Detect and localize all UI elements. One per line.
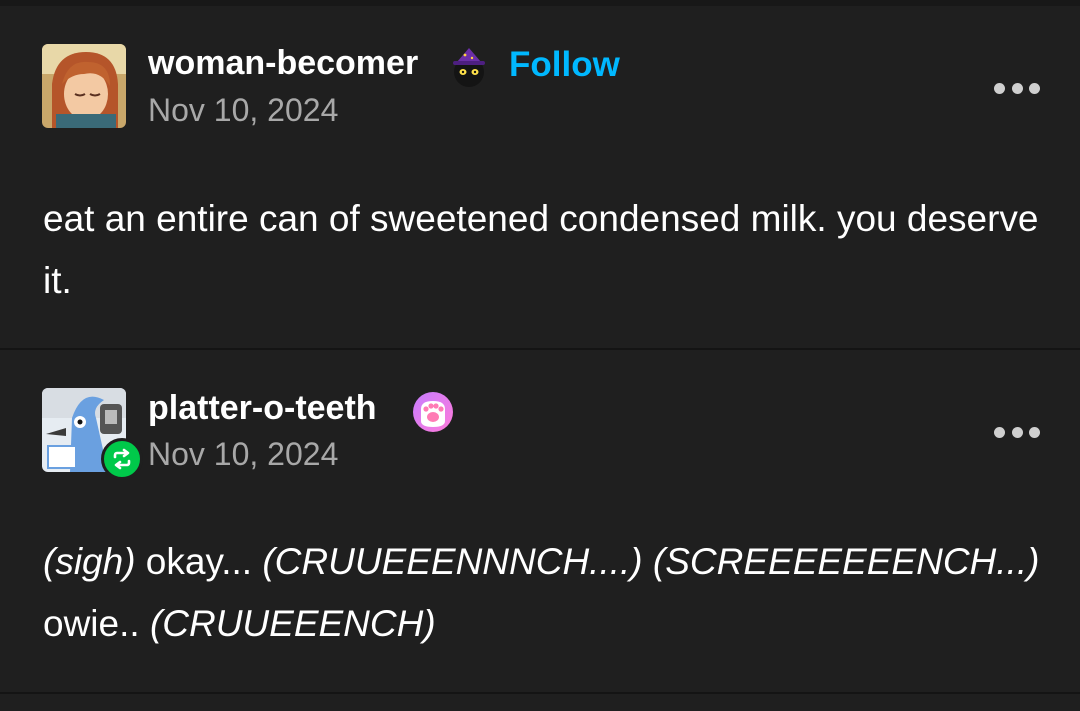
top-border bbox=[0, 0, 1080, 6]
post-body: eat an entire can of sweetened condensed… bbox=[43, 198, 1039, 301]
sound-effect-text: (CRUUEEENNNCH....) bbox=[262, 541, 643, 582]
body-text-segment: owie.. bbox=[43, 603, 150, 644]
reblog-icon bbox=[101, 438, 143, 480]
sound-effect-text: (CRUUEEENCH) bbox=[149, 603, 436, 644]
body-text-segment bbox=[643, 541, 653, 582]
post-date[interactable]: Nov 10, 2024 bbox=[148, 436, 338, 473]
dot-icon bbox=[994, 426, 1005, 438]
dot-icon bbox=[1011, 426, 1023, 438]
dot-icon bbox=[1029, 426, 1040, 438]
body-text-segment: okay... bbox=[135, 541, 263, 582]
dot-icon bbox=[1029, 82, 1040, 94]
post-divider bbox=[0, 348, 1080, 350]
dot-icon bbox=[994, 82, 1005, 94]
paw-icon bbox=[412, 391, 454, 433]
follow-button[interactable]: Follow bbox=[509, 45, 620, 85]
dot-icon bbox=[1011, 82, 1023, 94]
post-divider bbox=[0, 692, 1080, 694]
more-options-button[interactable] bbox=[994, 78, 1040, 98]
username[interactable]: woman-becomer bbox=[148, 44, 418, 83]
more-options-button[interactable] bbox=[994, 422, 1040, 442]
witch-cat-icon bbox=[449, 48, 489, 88]
sound-effect-text: (sigh) bbox=[43, 541, 136, 582]
post-body: (sigh) okay... (CRUUEEENNNCH....) (SCREE… bbox=[43, 531, 1043, 655]
avatar-woman-becomer[interactable] bbox=[42, 44, 126, 128]
sound-effect-text: (SCREEEEEEENCH...) bbox=[652, 541, 1040, 582]
post-date[interactable]: Nov 10, 2024 bbox=[148, 92, 338, 129]
username[interactable]: platter-o-teeth bbox=[148, 389, 377, 428]
